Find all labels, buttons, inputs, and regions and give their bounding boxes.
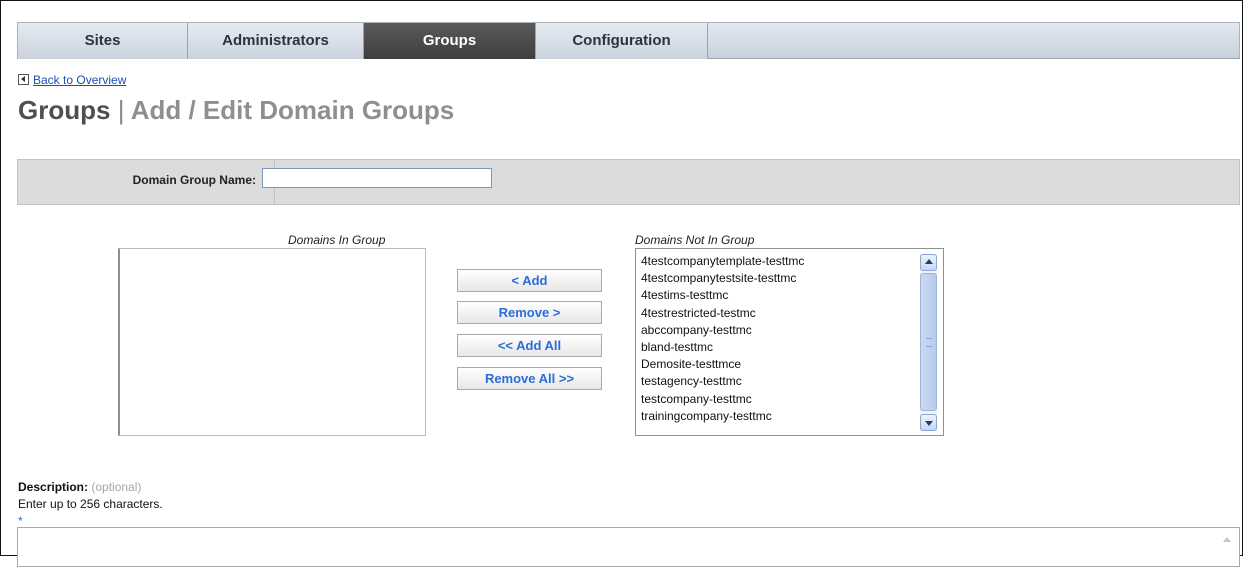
page-title-separator: |	[117, 95, 125, 125]
scroll-down-icon[interactable]	[920, 414, 937, 431]
domain-group-name-row: Domain Group Name:	[17, 159, 1240, 205]
list-item[interactable]: 4testrestricted-testmc	[636, 305, 804, 322]
list-item[interactable]: testcompany-testtmc	[636, 391, 804, 408]
tab-sites[interactable]: Sites	[18, 23, 188, 59]
back-arrow-icon[interactable]	[18, 74, 29, 85]
domains-not-in-group-caption: Domains Not In Group	[635, 233, 755, 247]
description-label-row: Description: (optional)	[18, 480, 141, 494]
remove-all-button[interactable]: Remove All >>	[457, 367, 602, 390]
list-scrollbar[interactable]	[920, 254, 937, 431]
list-item[interactable]: 4testcompanytestsite-testtmc	[636, 270, 804, 287]
tab-bar: Sites Administrators Groups Configuratio…	[17, 22, 1240, 59]
domains-not-in-group-listbox[interactable]: 4testcompanytemplate-testtmc 4testcompan…	[635, 248, 944, 436]
back-to-overview-link[interactable]: Back to Overview	[33, 73, 126, 87]
domains-not-in-group-options: 4testcompanytemplate-testtmc 4testcompan…	[636, 253, 804, 425]
remove-button[interactable]: Remove >	[457, 301, 602, 324]
scroll-up-icon[interactable]	[1221, 534, 1233, 546]
domain-group-name-label: Domain Group Name:	[132, 173, 256, 187]
tab-groups[interactable]: Groups	[364, 23, 536, 59]
list-item[interactable]: bland-testtmc	[636, 339, 804, 356]
list-item[interactable]: abccompany-testtmc	[636, 322, 804, 339]
domains-in-group-listbox[interactable]	[118, 248, 426, 436]
description-textarea[interactable]	[17, 527, 1240, 567]
tab-configuration[interactable]: Configuration	[536, 23, 708, 59]
page-title-primary: Groups	[18, 95, 111, 125]
add-button[interactable]: < Add	[457, 269, 602, 292]
tab-administrators[interactable]: Administrators	[188, 23, 364, 59]
domain-group-name-input[interactable]	[262, 168, 492, 188]
list-item[interactable]: Demosite-testtmce	[636, 356, 804, 373]
description-label: Description:	[18, 480, 89, 494]
list-item[interactable]: 4testims-testtmc	[636, 287, 804, 304]
list-item[interactable]: 4testcompanytemplate-testtmc	[636, 253, 804, 270]
description-optional-note: (optional)	[91, 480, 142, 494]
scroll-thumb[interactable]	[920, 273, 937, 411]
page-title: Groups | Add / Edit Domain Groups	[18, 95, 454, 126]
required-marker: *	[18, 514, 23, 528]
list-item[interactable]: trainingcompany-testtmc	[636, 408, 804, 425]
back-link-row: Back to Overview	[18, 73, 126, 87]
page-title-secondary: Add / Edit Domain Groups	[130, 95, 455, 125]
add-all-button[interactable]: << Add All	[457, 334, 602, 357]
scroll-up-icon[interactable]	[920, 254, 937, 271]
description-hint: Enter up to 256 characters.	[18, 497, 163, 511]
domains-in-group-caption: Domains In Group	[288, 233, 386, 247]
list-item[interactable]: testagency-testtmc	[636, 373, 804, 390]
